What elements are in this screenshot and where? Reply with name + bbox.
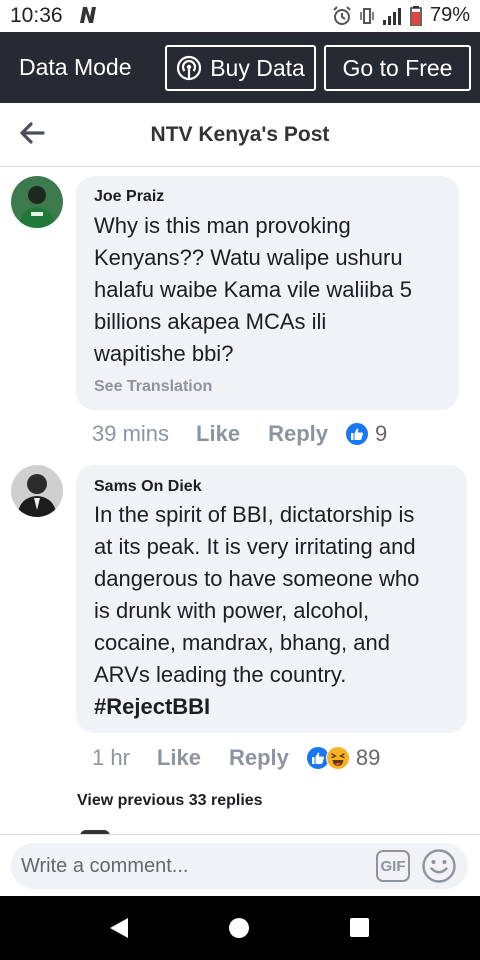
reaction-icons[interactable] <box>305 746 350 770</box>
comment-line: billions akapea MCAs ili <box>94 309 327 334</box>
haha-reaction-icon <box>325 746 350 770</box>
avatar[interactable] <box>11 465 63 517</box>
go-to-free-label: Go to Free <box>342 54 453 81</box>
comment-time[interactable]: 1 hr <box>92 745 130 771</box>
comment-line: halafu waibe Kama vile waliiba 5 <box>94 277 412 302</box>
comment-text: In the spirit of BBI, dictatorship is at… <box>94 499 419 723</box>
gif-icon[interactable]: GIF <box>376 850 410 882</box>
comment-line: is drunk with power, alcohol, <box>94 598 370 623</box>
reply-button[interactable]: Reply <box>268 421 328 447</box>
comment-bubble[interactable]: Joe Praiz Why is this man provoking Keny… <box>76 176 459 410</box>
comment-box[interactable]: GIF <box>11 843 468 889</box>
n-notification-icon <box>80 7 96 23</box>
see-translation-link[interactable]: See Translation <box>94 378 212 396</box>
comment-line: ARVs leading the country. <box>94 662 347 687</box>
broadcast-icon <box>177 55 202 81</box>
comment-line: at its peak. It is very irritating and <box>94 534 416 559</box>
signal-icon <box>382 7 401 25</box>
navigation-bar <box>0 896 480 960</box>
nav-home-icon[interactable] <box>229 918 249 938</box>
go-to-free-button[interactable]: Go to Free <box>324 45 471 91</box>
comment-line: Why is this man provoking <box>94 213 351 238</box>
comment-author[interactable]: Joe Praiz <box>94 188 164 206</box>
comment-line: dangerous to have someone who <box>94 566 420 591</box>
data-mode-bar: Data Mode Buy Data Go to Free <box>0 32 480 103</box>
reaction-count[interactable]: 9 <box>375 421 387 447</box>
comment-composer: GIF <box>0 834 480 896</box>
post-header: NTV Kenya's Post <box>0 103 480 167</box>
reply-button[interactable]: Reply <box>229 745 289 771</box>
hashtag-link[interactable]: #RejectBBI <box>94 691 419 723</box>
buy-data-label: Buy Data <box>210 54 305 81</box>
like-reaction-icon[interactable] <box>345 422 369 446</box>
vibrate-icon <box>360 7 374 24</box>
data-mode-label: Data Mode <box>19 54 132 80</box>
avatar[interactable] <box>11 176 63 228</box>
nav-back-icon[interactable] <box>108 916 130 940</box>
comment-author[interactable]: Sams On Diek <box>94 478 202 496</box>
alarm-icon <box>333 5 351 25</box>
page-title: NTV Kenya's Post <box>150 123 330 146</box>
comment-line: cocaine, mandrax, bhang, and <box>94 630 390 655</box>
emoji-icon[interactable] <box>421 848 457 884</box>
comment-input[interactable] <box>21 843 361 889</box>
avatar-image <box>11 176 63 228</box>
battery-icon <box>410 5 422 26</box>
status-bar: 10:36 79% <box>0 0 480 32</box>
comment-meta: 1 hr Like Reply 89 <box>92 743 380 773</box>
like-button[interactable]: Like <box>157 745 201 771</box>
comment-time[interactable]: 39 mins <box>92 421 169 447</box>
comment-line: wapitishe bbi? <box>94 341 234 366</box>
buy-data-button[interactable]: Buy Data <box>165 45 316 91</box>
status-icons: 79% <box>332 4 470 27</box>
like-button[interactable]: Like <box>196 421 240 447</box>
comment-line: Kenyans?? Watu walipe ushuru <box>94 245 403 270</box>
nav-recents-icon[interactable] <box>350 918 369 937</box>
comment-bubble[interactable]: Sams On Diek In the spirit of BBI, dicta… <box>76 465 467 733</box>
comment-line: In the spirit of BBI, dictatorship is <box>94 502 415 527</box>
view-previous-replies-link[interactable]: View previous 33 replies <box>77 792 263 810</box>
comment-text: Why is this man provoking Kenyans?? Watu… <box>94 210 412 370</box>
battery-percent: 79% <box>429 4 470 26</box>
status-time: 10:36 <box>10 4 63 27</box>
comment-meta: 39 mins Like Reply 9 <box>92 419 387 449</box>
reaction-count[interactable]: 89 <box>356 745 380 771</box>
avatar-image <box>11 465 63 517</box>
